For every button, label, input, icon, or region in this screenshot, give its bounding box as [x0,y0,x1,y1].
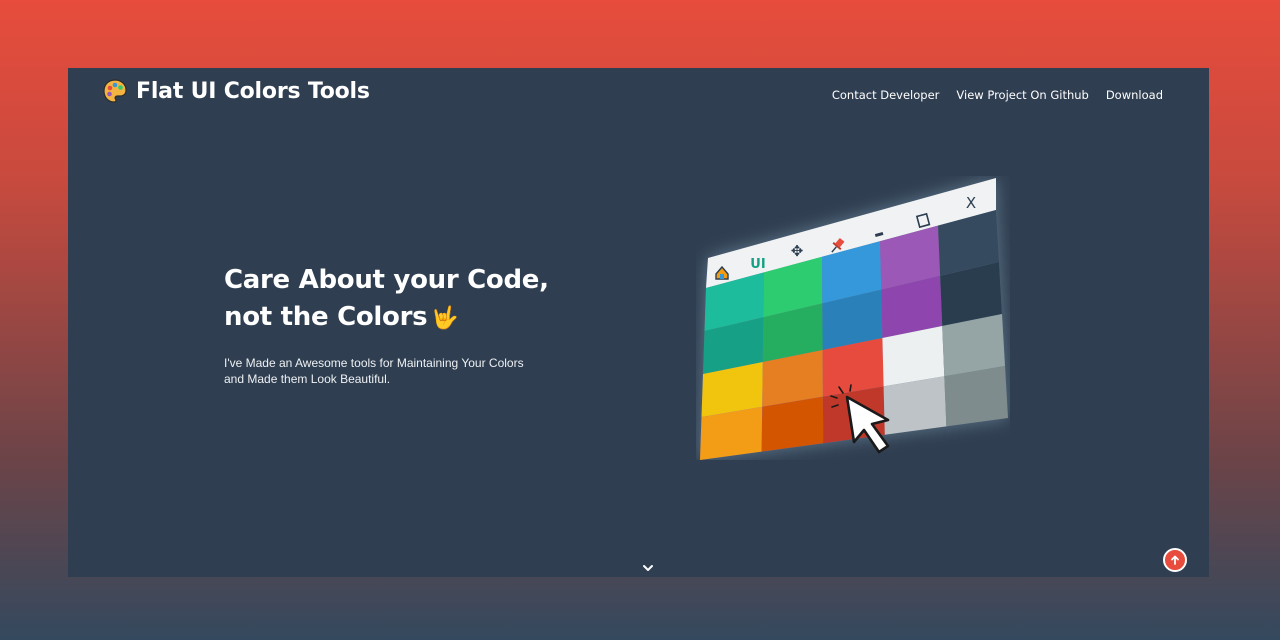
brand[interactable]: Flat UI Colors Tools [102,78,370,104]
hero-title-line-1: Care About your Code, [224,265,549,295]
color-swatch-r3-c3 [883,376,947,435]
ui-logo-icon: UI [750,257,765,272]
app-window-illustration: UI ✥ X [700,178,1008,460]
move-icon: ✥ [791,242,804,260]
hero-subtitle: I've Made an Awesome tools for Maintaini… [224,356,524,386]
close-icon: X [966,194,976,212]
nav-contact-developer[interactable]: Contact Developer [832,88,940,102]
arrow-up-icon [1171,555,1179,565]
back-to-top-button[interactable] [1163,548,1187,572]
top-nav: Contact Developer View Project On Github… [832,88,1163,102]
hero-title: Care About your Code, not the Colors 🤟 [224,262,549,337]
nav-download[interactable]: Download [1106,88,1163,102]
color-swatch-r3-c4 [944,366,1008,427]
hero-title-line-2: not the Colors [224,302,428,332]
chevron-down-icon[interactable] [640,562,656,576]
rock-hand-icon: 🤟 [431,306,459,331]
nav-view-on-github[interactable]: View Project On Github [956,88,1088,102]
hero-panel: Flat UI Colors Tools Contact Developer V… [68,68,1209,577]
brand-title: Flat UI Colors Tools [136,78,370,104]
palette-icon [103,79,127,103]
